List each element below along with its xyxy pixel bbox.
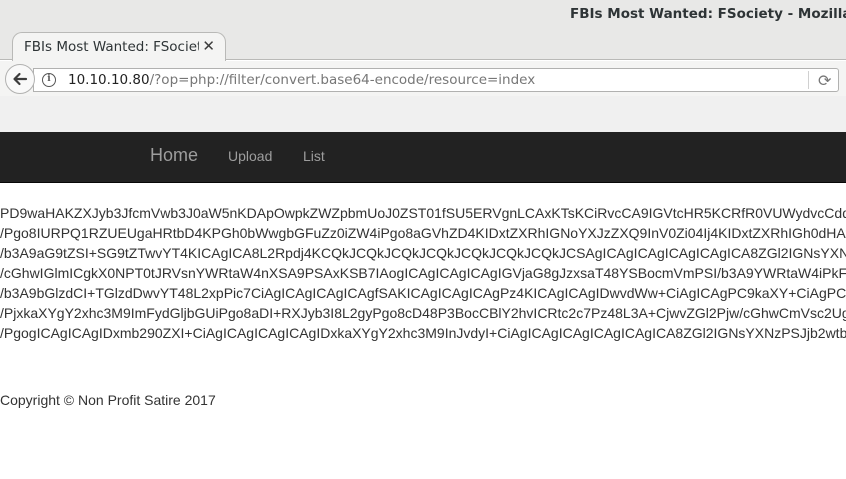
close-icon[interactable]: ✕ <box>202 37 215 55</box>
url-host: 10.10.10.80 <box>68 72 150 88</box>
base64-line: /Pgo8IURPQ1RZUEUgaHRtbD4KPGh0bWwgbGFuZz0… <box>0 225 846 241</box>
url-bar[interactable]: i 10.10.10.80/?op=php://filter/convert.b… <box>33 68 839 92</box>
tab-strip: FBIs Most Wanted: FSociety ✕ + <box>0 30 846 86</box>
base64-line: /b3A9bGlzdCI+TGlzdDwvYT48L2xpPic7CiAgICA… <box>0 285 846 301</box>
tab-title: FBIs Most Wanted: FSociety <box>24 39 199 55</box>
tab-active[interactable]: FBIs Most Wanted: FSociety ✕ <box>12 32 226 61</box>
reload-separator <box>808 71 809 89</box>
toolbar-spacer <box>0 96 846 132</box>
base64-line: /PgogICAgICAgIDxmb290ZXI+CiAgICAgICAgICA… <box>0 325 846 341</box>
base64-line: PD9waHAKZXJyb3JfcmVwb3J0aW5nKDApOwpkZWZp… <box>0 205 846 221</box>
base64-line: /cGhwIGlmICgkX0NPT0tJRVsnYWRtaW4nXSA9PSA… <box>0 265 846 281</box>
back-arrow-icon <box>13 72 28 86</box>
navigation-toolbar: i 10.10.10.80/?op=php://filter/convert.b… <box>0 61 846 96</box>
base64-line: /b3A9aG9tZSI+SG9tZTwvYT4KICAgICA8L2Rpdj4… <box>0 245 846 261</box>
site-navbar: Home Upload List <box>0 132 846 183</box>
url-path: /?op=php://filter/convert.base64-encode/… <box>149 72 536 88</box>
reload-icon[interactable]: ⟳ <box>818 71 831 90</box>
info-icon[interactable]: i <box>42 73 56 87</box>
nav-list-link[interactable]: List <box>303 148 325 164</box>
window-title: FBIs Most Wanted: FSociety - Mozilla Fir… <box>570 6 846 22</box>
base64-output: PD9waHAKZXJyb3JfcmVwb3J0aW5nKDApOwpkZWZp… <box>0 203 846 343</box>
base64-line: /PjxkaXYgY2xhc3M9ImFydGljbGUiPgo8aDI+RXJ… <box>0 305 846 321</box>
url-text[interactable]: 10.10.10.80/?op=php://filter/convert.bas… <box>68 72 535 88</box>
back-button[interactable] <box>5 64 35 94</box>
footer-copyright: Copyright © Non Profit Satire 2017 <box>0 392 216 408</box>
window-titlebar: FBIs Most Wanted: FSociety - Mozilla Fir… <box>0 0 846 30</box>
nav-upload-link[interactable]: Upload <box>228 148 272 164</box>
nav-home-link[interactable]: Home <box>150 145 198 166</box>
